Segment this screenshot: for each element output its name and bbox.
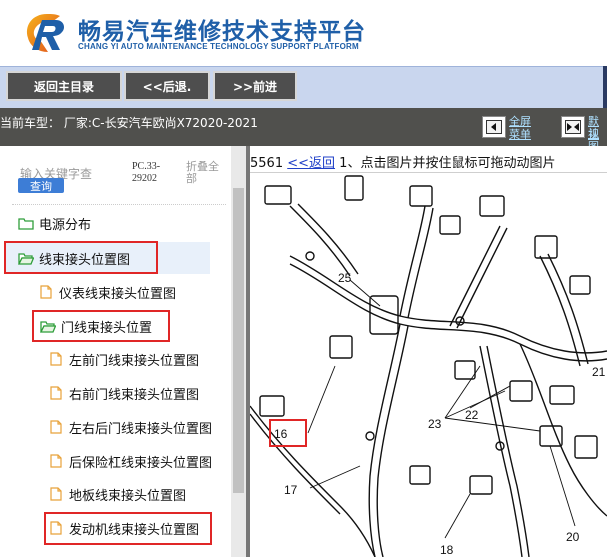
callout-25: 25 xyxy=(338,271,352,285)
callout-18: 18 xyxy=(440,543,454,557)
tree-item-label: 右前门线束接头位置图 xyxy=(69,387,200,403)
callout-23: 23 xyxy=(428,417,442,431)
callout-20: 20 xyxy=(566,530,580,544)
tree-item-rear-bumper[interactable]: 后保险杠线束接头位置图 xyxy=(48,449,212,473)
tree-item-power-distribution[interactable]: 电源分布 xyxy=(18,211,91,235)
content-header: 5561 <<返回 1、点击图片并按住鼠标可拖动动图片 xyxy=(250,152,555,171)
pc-code: PC.33- 29202 xyxy=(132,161,160,185)
fullscreen-button[interactable] xyxy=(482,116,506,138)
return-link[interactable]: <<返回 xyxy=(287,156,335,171)
tree-item-left-front-door[interactable]: 左前门线束接头位置图 xyxy=(48,347,199,371)
tree-item-label: 地板线束接头位置图 xyxy=(69,488,187,504)
back-button[interactable]: <<后退. xyxy=(124,71,210,101)
home-button[interactable]: 返回主目录 xyxy=(6,71,122,101)
tree-item-label: 后保险杠线束接头位置图 xyxy=(69,455,213,471)
harness-diagram[interactable]: 25 23 22 16 17 18 20 21 xyxy=(250,146,607,557)
highlight-box xyxy=(32,310,170,342)
fullscreen-label[interactable]: 全屏 xyxy=(509,116,531,128)
brand-subtitle: CHANG YI AUTO MAINTENANCE TECHNOLOGY SUP… xyxy=(78,42,359,51)
toolbar: 返回主目录 <<后退. >>前进 xyxy=(0,66,607,109)
split-view-icon xyxy=(565,120,581,134)
menu-label[interactable]: 菜单 xyxy=(509,129,531,141)
document-icon xyxy=(50,454,62,468)
tree-item-rear-doors[interactable]: 左右后门线束接头位置图 xyxy=(48,415,212,439)
collapse-all-line2: 部 xyxy=(186,172,197,185)
tree-item-instrument-harness[interactable]: 仪表线束接头位置图 xyxy=(38,280,176,304)
document-icon xyxy=(50,386,62,400)
callout-21: 21 xyxy=(592,365,606,379)
highlight-box xyxy=(4,241,158,274)
toolbar-edge xyxy=(603,66,607,108)
document-icon xyxy=(50,487,62,501)
brand-title: 畅易汽车维修技术支持平台 xyxy=(78,19,366,45)
default-view-button[interactable] xyxy=(561,116,585,138)
page-number: 5561 xyxy=(250,156,284,171)
tree-item-label: 左右后门线束接头位置图 xyxy=(69,421,213,437)
collapse-all-button[interactable]: 折叠全 部 xyxy=(186,161,226,185)
sidebar-divider xyxy=(12,204,226,206)
fullscreen-icon xyxy=(486,120,502,134)
forward-button[interactable]: >>前进 xyxy=(213,71,297,101)
logo-icon xyxy=(26,14,64,52)
content-header-rule xyxy=(250,172,607,173)
highlight-box xyxy=(44,512,212,545)
instruction-text: 1、点击图片并按住鼠标可拖动动图片 xyxy=(339,156,556,171)
callout-22: 22 xyxy=(465,408,479,422)
callout-17: 17 xyxy=(284,483,298,497)
document-icon xyxy=(50,352,62,366)
tree-item-right-front-door[interactable]: 右前门线束接头位置图 xyxy=(48,381,199,405)
search-button[interactable]: 查询 xyxy=(18,178,64,193)
current-vehicle: 当前车型： 厂家:C-长安汽车欧尚X72020-2021 xyxy=(0,116,258,130)
callout-16: 16 xyxy=(274,427,288,441)
tree-item-label: 仪表线束接头位置图 xyxy=(59,286,177,302)
document-icon xyxy=(50,420,62,434)
tree-item-label: 电源分布 xyxy=(39,217,92,233)
app-header: 畅易汽车维修技术支持平台 CHANG YI AUTO MAINTENANCE T… xyxy=(0,0,607,66)
document-icon xyxy=(40,285,52,299)
pc-code-line1: PC.33- xyxy=(132,161,161,172)
tree-item-label: 左前门线束接头位置图 xyxy=(69,353,200,369)
vehicle-info-bar: 当前车型： 厂家:C-长安汽车欧尚X72020-2021 全屏 菜单 默认 视图 xyxy=(0,108,607,153)
sidebar-scrollbar-thumb[interactable] xyxy=(233,188,244,493)
pc-code-line2: 29202 xyxy=(132,173,157,184)
diagram-pane[interactable]: 25 23 22 16 17 18 20 21 xyxy=(250,146,607,557)
folder-icon xyxy=(18,218,34,230)
tree-item-floor-harness[interactable]: 地板线束接头位置图 xyxy=(48,482,186,506)
